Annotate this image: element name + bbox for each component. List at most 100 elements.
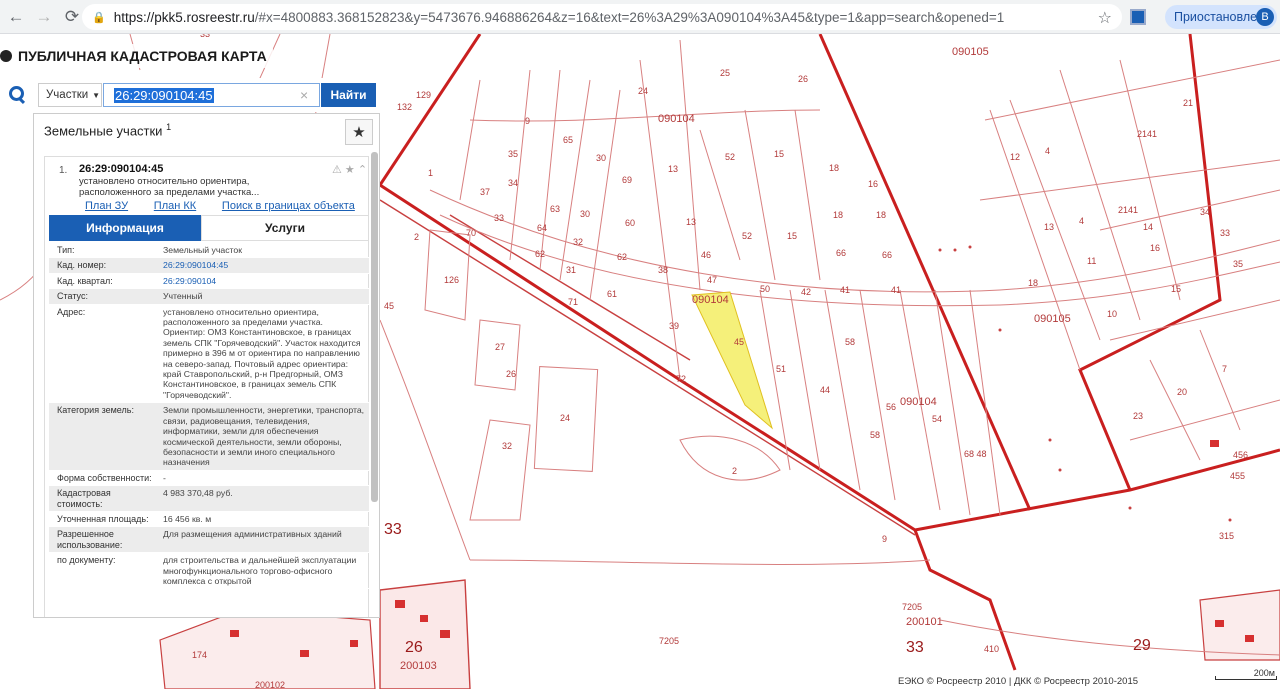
map-label: 65 <box>563 135 573 145</box>
property-value: Для размещения административных зданий <box>163 529 342 540</box>
map-label: 20 <box>1177 387 1187 397</box>
property-value: Учтенный <box>163 291 203 302</box>
map-label: 58 <box>845 337 855 347</box>
map-label: 2141 <box>1118 205 1138 215</box>
property-row: Адрес: установлено относительно ориентира… <box>49 305 369 404</box>
map-label: 35 <box>508 149 518 159</box>
property-value[interactable]: 26:29:090104:45 <box>159 258 369 272</box>
map-label: 33 <box>906 639 924 656</box>
reload-icon[interactable]: ⟳ <box>60 5 84 29</box>
map-label: 58 <box>870 430 880 440</box>
map-label: 13 <box>668 164 678 174</box>
property-key: по документу: <box>57 555 116 566</box>
map-label: 37 <box>480 187 490 197</box>
map-label: 2141 <box>1137 129 1157 139</box>
map-label: 200103 <box>400 660 437 672</box>
map-label: 9 <box>882 534 887 544</box>
profile-paused-button[interactable]: Приостановлена В <box>1165 5 1277 29</box>
map-label: 2 <box>414 232 419 242</box>
favorite-button[interactable]: ★ <box>345 119 373 145</box>
tab-information[interactable]: Информация <box>49 215 201 241</box>
search-icon[interactable] <box>8 85 26 103</box>
map-label: 15 <box>774 149 784 159</box>
forward-icon[interactable]: → <box>32 5 56 29</box>
property-key: Категория земель: <box>57 405 134 416</box>
panel-scrollbar[interactable] <box>371 152 378 502</box>
map-label: 455 <box>1230 471 1245 481</box>
search-bar: Участки ▼ 26:29:090104:45 × Найти <box>0 78 380 112</box>
map-label: 7 <box>1222 364 1227 374</box>
map-label: 24 <box>560 413 570 423</box>
avatar: В <box>1256 8 1274 26</box>
map-label: 15 <box>787 231 797 241</box>
map-label: 68 48 <box>964 449 987 459</box>
property-row: по документу: для строительства и дальней… <box>49 553 369 590</box>
app-header: ПУБЛИЧНАЯ КАДАСТРОВАЯ КАРТА <box>0 44 273 68</box>
map-label: 33 <box>1220 228 1230 238</box>
scale-bar: 200м <box>1215 668 1277 682</box>
property-value: Земли промышленности, энергетики, трансп… <box>163 405 365 468</box>
bookmark-star-icon[interactable]: ☆ <box>1098 8 1112 28</box>
map-label: 16 <box>868 179 878 189</box>
map-label: 090105 <box>1034 313 1071 325</box>
url-host: https://pkk5.rosreestr.ru <box>113 9 255 25</box>
find-button[interactable]: Найти <box>321 83 376 107</box>
tab-services[interactable]: Услуги <box>201 215 369 241</box>
map-label: 200102 <box>255 680 285 689</box>
results-panel: Земельные участки 1 ★ 1. 26:29:090104:45… <box>33 113 380 618</box>
map-label: 15 <box>1171 284 1181 294</box>
property-value: - <box>163 472 166 483</box>
property-key: Уточненная площадь: <box>57 513 149 524</box>
map-label: 090105 <box>952 46 989 58</box>
map-label: 54 <box>932 414 942 424</box>
map-label: 090104 <box>658 113 695 125</box>
map-label: 410 <box>984 644 999 654</box>
result-item[interactable]: 1. 26:29:090104:45 установлено относител… <box>44 156 369 617</box>
object-type-value: Участки <box>46 89 89 101</box>
clear-icon[interactable]: × <box>300 83 318 107</box>
map-label: 34 <box>1200 207 1210 217</box>
property-value: Земельный участок <box>163 245 243 255</box>
map-label: 51 <box>776 364 786 374</box>
map-label: 26 <box>506 369 516 379</box>
property-key: Адрес: <box>57 306 86 317</box>
url-path: /#x=4800883.368152823&y=5473676.94688626… <box>254 9 1005 25</box>
back-icon[interactable]: ← <box>4 5 28 29</box>
address-bar[interactable]: 🔒 https://pkk5.rosreestr.ru/#x=4800883.3… <box>82 4 1122 30</box>
chevron-down-icon: ▼ <box>92 90 101 100</box>
search-input[interactable]: 26:29:090104:45 <box>103 83 320 107</box>
map-label: 315 <box>1219 531 1234 541</box>
map-label: 174 <box>192 650 207 660</box>
copyright-text: ЕЭКО © Росреестр 2010 | ДКК © Росреестр … <box>895 676 1142 687</box>
panel-title-text: Земельные участки <box>44 123 163 139</box>
result-description: установлено относительно ориентира, расп… <box>79 176 260 198</box>
property-value: установлено относительно ориентира, расп… <box>163 306 361 400</box>
property-row: Категория земель: Земли промышленности, э… <box>49 403 369 471</box>
extension-icon[interactable] <box>1130 9 1146 25</box>
map-label: 18 <box>1028 278 1038 288</box>
map-label: 7205 <box>902 602 922 612</box>
property-row: Статус: Учтенный <box>49 289 369 305</box>
map-label: 32 <box>502 441 512 451</box>
map-label: 27 <box>495 342 505 352</box>
map-label: 4 <box>1045 146 1050 156</box>
map-label: 46 <box>701 250 711 260</box>
detail-tabs: Информация Услуги <box>49 215 369 241</box>
property-value[interactable]: 26:29:090104 <box>159 274 369 288</box>
map-label: 14 <box>1143 222 1153 232</box>
property-row: Разрешенное использование: Для размещения… <box>49 527 369 554</box>
result-index: 1. <box>59 165 68 176</box>
map-label: 31 <box>566 265 576 275</box>
map-label: 39 <box>669 321 679 331</box>
map-label: 66 <box>836 248 846 258</box>
map-label: 10 <box>1107 309 1117 319</box>
map-label: 60 <box>625 218 635 228</box>
map-label: 42 <box>801 287 811 297</box>
object-type-select[interactable]: Участки ▼ <box>38 83 102 107</box>
map-label: 456 <box>1233 450 1248 460</box>
map-label: 26 <box>405 639 423 656</box>
property-key: Тип: <box>57 245 75 255</box>
map-label: 56 <box>886 402 896 412</box>
map-label: 25 <box>720 68 730 78</box>
warning-icon[interactable]: ⚠ ★ ⌃ <box>332 163 367 176</box>
